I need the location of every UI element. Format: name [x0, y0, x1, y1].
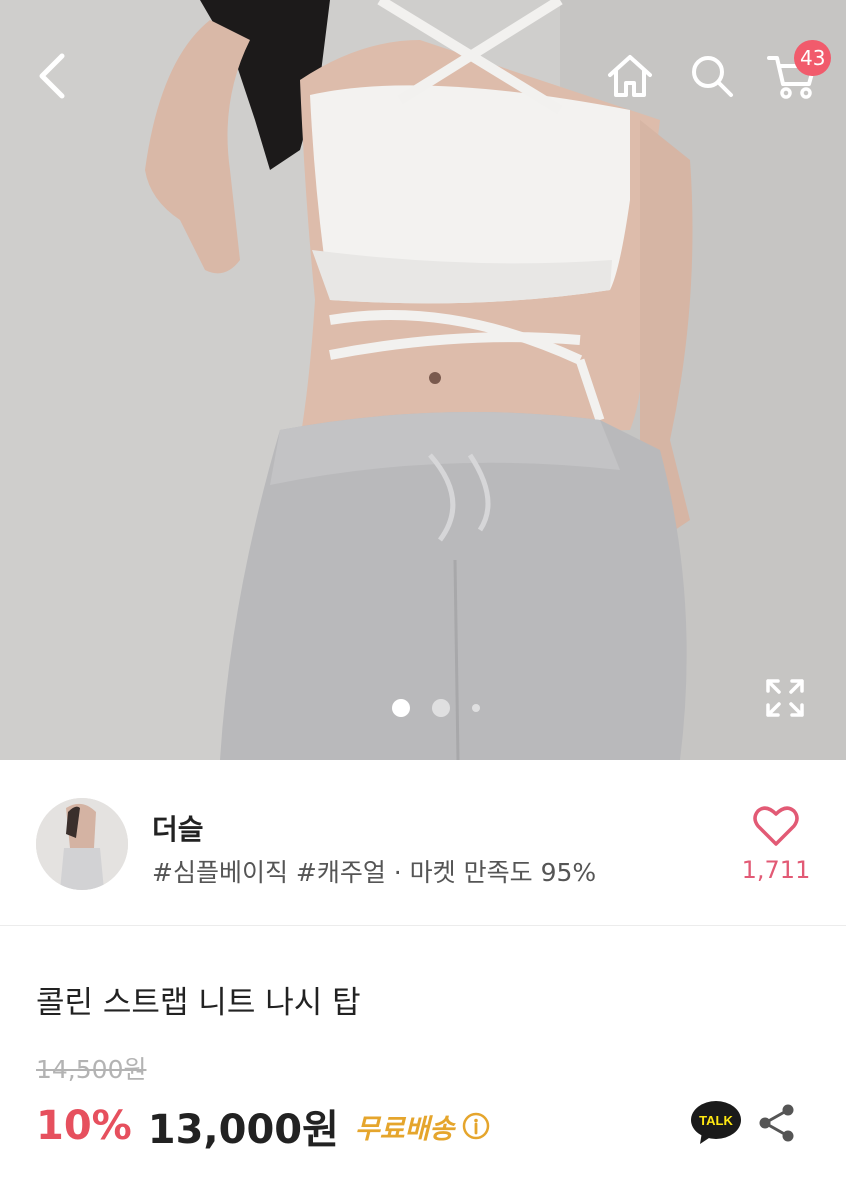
- chevron-left-icon: [39, 53, 65, 99]
- seller-name[interactable]: 더슬: [152, 808, 204, 848]
- like-count: 1,711: [741, 856, 811, 884]
- original-price: 14,500원: [36, 1055, 147, 1084]
- expand-image-button[interactable]: [762, 675, 808, 721]
- gallery-pagination: [392, 699, 480, 717]
- heart-icon: [753, 806, 799, 846]
- talk-icon: TALK: [691, 1101, 741, 1144]
- product-photo: [0, 0, 846, 760]
- gallery-dot-1[interactable]: [392, 699, 410, 717]
- search-icon: [692, 56, 733, 97]
- talk-label: TALK: [699, 1113, 733, 1128]
- like-button[interactable]: [752, 804, 800, 848]
- expand-icon: [766, 679, 804, 717]
- kakao-talk-button[interactable]: TALK: [690, 1100, 742, 1146]
- home-icon: [608, 55, 652, 97]
- cart-count-badge: 43: [794, 40, 832, 76]
- gallery-dot-3[interactable]: [472, 704, 480, 712]
- info-icon[interactable]: [462, 1112, 490, 1140]
- home-button[interactable]: [602, 48, 658, 104]
- price-row: 10% 13,000원 무료배송: [36, 1098, 490, 1154]
- gallery-dot-2[interactable]: [432, 699, 450, 717]
- product-image-gallery[interactable]: 43: [0, 0, 846, 760]
- seller-tags: #심플베이직 #캐주얼 · 마켓 만족도 95%: [152, 858, 597, 887]
- seller-avatar[interactable]: [36, 798, 128, 890]
- search-button[interactable]: [684, 48, 740, 104]
- sale-price: 13,000원: [147, 1107, 339, 1153]
- share-icon: [759, 1104, 794, 1142]
- product-title: 콜린 스트랩 니트 나시 탑: [36, 985, 361, 1021]
- discount-rate: 10%: [36, 1103, 132, 1149]
- back-button[interactable]: [26, 48, 82, 104]
- free-shipping-label: 무료배송: [354, 1113, 455, 1145]
- seller-avatar-image: [36, 798, 128, 890]
- share-button[interactable]: [756, 1102, 798, 1144]
- seller-info: 더슬 #심플베이직 #캐주얼 · 마켓 만족도 95% 1,711: [0, 760, 846, 926]
